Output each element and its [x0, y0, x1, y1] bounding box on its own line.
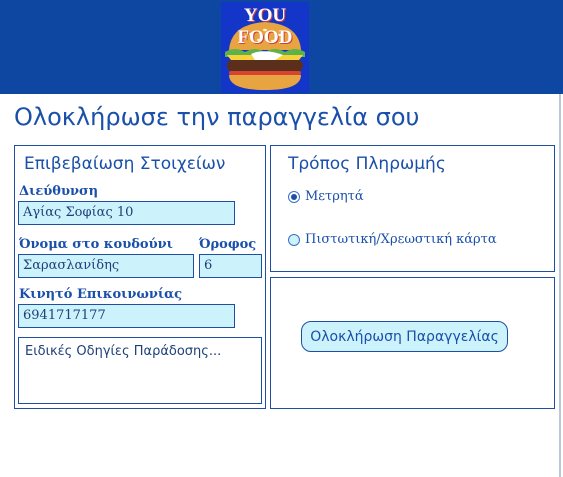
payment-option-cash[interactable]: Μετρητά — [288, 189, 364, 204]
doorbell-label: Όνομα στο κουδούνι — [19, 237, 173, 252]
cash-radio[interactable] — [288, 190, 300, 203]
complete-order-button[interactable]: Ολοκλήρωση Παραγγελίας — [301, 321, 508, 352]
header-bar: YOU FOOD — [0, 0, 563, 94]
card-radio[interactable] — [288, 233, 300, 246]
logo-text: YOU FOOD — [237, 5, 293, 48]
doorbell-name-field[interactable]: Σαρασλανίδης — [18, 254, 194, 278]
payment-option-card[interactable]: Πιστωτική/Χρεωστική κάρτα — [288, 232, 497, 247]
address-label: Διεύθυνση — [19, 184, 99, 199]
address-field[interactable]: Αγίας Σοφίας 10 — [18, 201, 235, 225]
you-food-logo[interactable]: YOU FOOD — [221, 2, 309, 93]
details-panel-title: Επιβεβαίωση Στοιχείων — [24, 154, 226, 174]
card-label: Πιστωτική/Χρεωστική κάρτα — [305, 232, 497, 247]
delivery-instructions-field[interactable]: Ειδικές Οδηγίες Παράδοσης... — [18, 337, 262, 404]
floor-field[interactable]: 6 — [199, 254, 262, 278]
cash-label: Μετρητά — [305, 189, 364, 204]
page-title: Ολοκλήρωσε την παραγγελία σου — [14, 103, 420, 131]
payment-panel-title: Τρόπος Πληρωμής — [288, 154, 446, 174]
floor-label: Όροφος — [199, 237, 257, 252]
phone-label: Κινητό Επικοινωνίας — [19, 287, 183, 302]
phone-field[interactable]: 6941717177 — [18, 304, 235, 328]
